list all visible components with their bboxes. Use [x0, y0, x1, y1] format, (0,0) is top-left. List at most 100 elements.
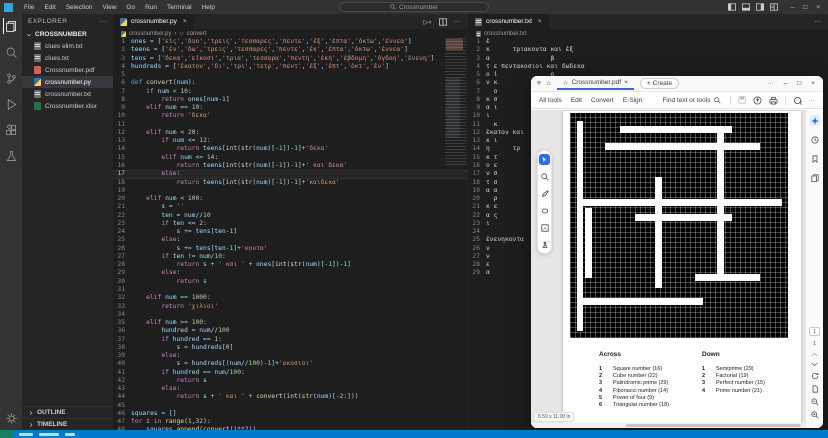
split-editor-icon[interactable]: [439, 18, 447, 26]
testing-icon[interactable]: [3, 148, 19, 164]
menu-run[interactable]: Run: [140, 4, 162, 11]
search-icon[interactable]: [3, 44, 19, 60]
zoom-in-icon[interactable]: [811, 411, 819, 419]
menu-terminal[interactable]: Terminal: [162, 4, 197, 11]
gear-icon[interactable]: [3, 410, 19, 426]
explorer-more-actions[interactable]: ···: [99, 18, 107, 25]
extensions-icon[interactable]: [3, 122, 19, 138]
close-document-icon[interactable]: ×: [624, 79, 628, 86]
tab-crossnumber-py[interactable]: crossnumber.py ×: [113, 14, 195, 29]
star-icon[interactable]: ☆: [563, 79, 569, 87]
home-icon[interactable]: ⌂: [547, 80, 551, 87]
file-crossnumber-xlsx[interactable]: Crossnumber.xlsx: [22, 100, 113, 112]
close-tab-icon[interactable]: ×: [183, 18, 187, 25]
folder-crossnumber[interactable]: CROSSNUMBER: [22, 29, 113, 40]
stamp-tool[interactable]: [539, 239, 550, 250]
fit-page-icon[interactable]: [811, 385, 819, 393]
close-button[interactable]: ×: [816, 4, 820, 11]
run-and-debug-icon[interactable]: [3, 96, 19, 112]
code-text: elif num < 100:: [131, 195, 203, 203]
hamburger-menu-icon[interactable]: ≡: [537, 80, 541, 87]
clue-item: 4Prime number (21): [702, 388, 802, 395]
statusbar-item[interactable]: [19, 433, 33, 436]
file-clues-elim-txt[interactable]: clues elim.txt: [22, 40, 113, 52]
share-icon[interactable]: [793, 96, 802, 105]
edit-menu[interactable]: Edit: [571, 97, 582, 104]
toolbar-more-icon[interactable]: ···: [809, 97, 816, 104]
tab-crossnumber-txt[interactable]: crossnumber.txt ×: [468, 14, 550, 29]
menu-go[interactable]: Go: [121, 4, 140, 11]
acrobat-maximize-button[interactable]: □: [797, 80, 801, 87]
convert-menu[interactable]: Convert: [591, 97, 614, 104]
find-text-button[interactable]: Find text or tools: [662, 97, 720, 104]
timeline-section[interactable]: TIMELINE: [22, 418, 113, 430]
file-crossnumber-py[interactable]: crossnumber.py: [22, 76, 113, 88]
more-actions-icon[interactable]: ···: [454, 18, 461, 25]
file-crossnumber-pdf[interactable]: Crossnumber.pdf: [22, 64, 113, 76]
add-text-tool[interactable]: A: [539, 222, 550, 233]
previous-page-icon[interactable]: [811, 352, 818, 357]
command-center-search[interactable]: Crossnumber: [339, 2, 489, 12]
page-number-input[interactable]: 1: [809, 327, 820, 336]
zoom-tool[interactable]: [539, 171, 550, 182]
breadcrumb[interactable]: crossnumber.txt: [468, 29, 828, 38]
code-line: 21 s = '': [113, 203, 467, 211]
more-actions-icon[interactable]: ···: [815, 18, 822, 25]
menu-view[interactable]: View: [97, 4, 121, 11]
statusbar-item[interactable]: [65, 433, 75, 436]
select-tool[interactable]: [539, 154, 550, 165]
toggle-secondary-sidebar-icon[interactable]: [756, 3, 764, 11]
highlight-tool[interactable]: [539, 205, 550, 216]
all-tools-menu[interactable]: All tools: [539, 97, 562, 104]
file-clues-txt[interactable]: clues.txt: [22, 52, 113, 64]
rotate-page-icon[interactable]: [811, 372, 819, 380]
document-viewport[interactable]: Across 1Square number (16)2Cube number (…: [531, 110, 805, 428]
maximize-button[interactable]: □: [803, 4, 807, 11]
menu-file[interactable]: File: [19, 4, 39, 11]
create-button[interactable]: +Create: [640, 78, 679, 89]
acrobat-more-icon[interactable]: ···: [767, 80, 774, 87]
acrobat-document-tab[interactable]: ☆ Crossnumber.pdf ×: [557, 78, 634, 90]
zoom-out-icon[interactable]: [811, 398, 819, 406]
remote-indicator[interactable]: [0, 430, 13, 438]
ai-assistant-icon[interactable]: [809, 115, 820, 126]
code-text: if ten <= 2:: [131, 220, 207, 228]
save-icon[interactable]: [738, 96, 746, 104]
code-text: else:: [131, 352, 180, 360]
explorer-icon[interactable]: [3, 18, 19, 34]
acrobat-minimize-button[interactable]: –: [784, 80, 788, 87]
menu-edit[interactable]: Edit: [39, 4, 60, 11]
breadcrumb[interactable]: crossnumber.py › ◇ convert: [113, 29, 467, 38]
menu-help[interactable]: Help: [197, 4, 220, 11]
close-tab-icon[interactable]: ×: [538, 18, 542, 25]
run-python-file-button[interactable]: ▷˅: [424, 18, 432, 26]
code-text: [131, 286, 135, 294]
scrollbar-thumb[interactable]: [626, 424, 801, 427]
minimap[interactable]: [445, 38, 466, 166]
recent-files-icon[interactable]: [809, 134, 820, 145]
line-number: 19: [468, 187, 486, 195]
print-icon[interactable]: [769, 96, 778, 105]
code-text: elif num == 1000:: [131, 294, 211, 302]
code-line: 6def convert(num):: [113, 79, 467, 87]
source-control-icon[interactable]: [3, 70, 19, 86]
file-crossnumber-txt[interactable]: crossnumber.txt: [22, 88, 113, 100]
next-page-icon[interactable]: [811, 362, 818, 367]
esign-menu[interactable]: E-Sign: [623, 97, 643, 104]
acrobat-close-button[interactable]: ×: [811, 80, 815, 87]
page-thumbnails-icon[interactable]: [809, 172, 820, 183]
toggle-panel-icon[interactable]: [742, 3, 750, 11]
python-code-area[interactable]: 1ones = ['εἰς','δυο','τρεις','τεσσαρες',…: [113, 38, 467, 430]
bookmarks-icon[interactable]: [809, 153, 820, 164]
outline-section[interactable]: OUTLINE: [22, 406, 113, 418]
minimize-button[interactable]: –: [791, 4, 795, 11]
annotate-pen-tool[interactable]: [539, 188, 550, 199]
menu-selection[interactable]: Selection: [61, 4, 98, 11]
customize-layout-icon[interactable]: [770, 3, 778, 11]
toggle-sidebar-icon[interactable]: [728, 3, 736, 11]
line-number: 23: [468, 220, 486, 228]
statusbar-item[interactable]: [39, 433, 59, 436]
search-icon: [714, 97, 721, 104]
horizontal-scrollbar[interactable]: [531, 423, 805, 428]
share-upload-icon[interactable]: [753, 96, 762, 105]
